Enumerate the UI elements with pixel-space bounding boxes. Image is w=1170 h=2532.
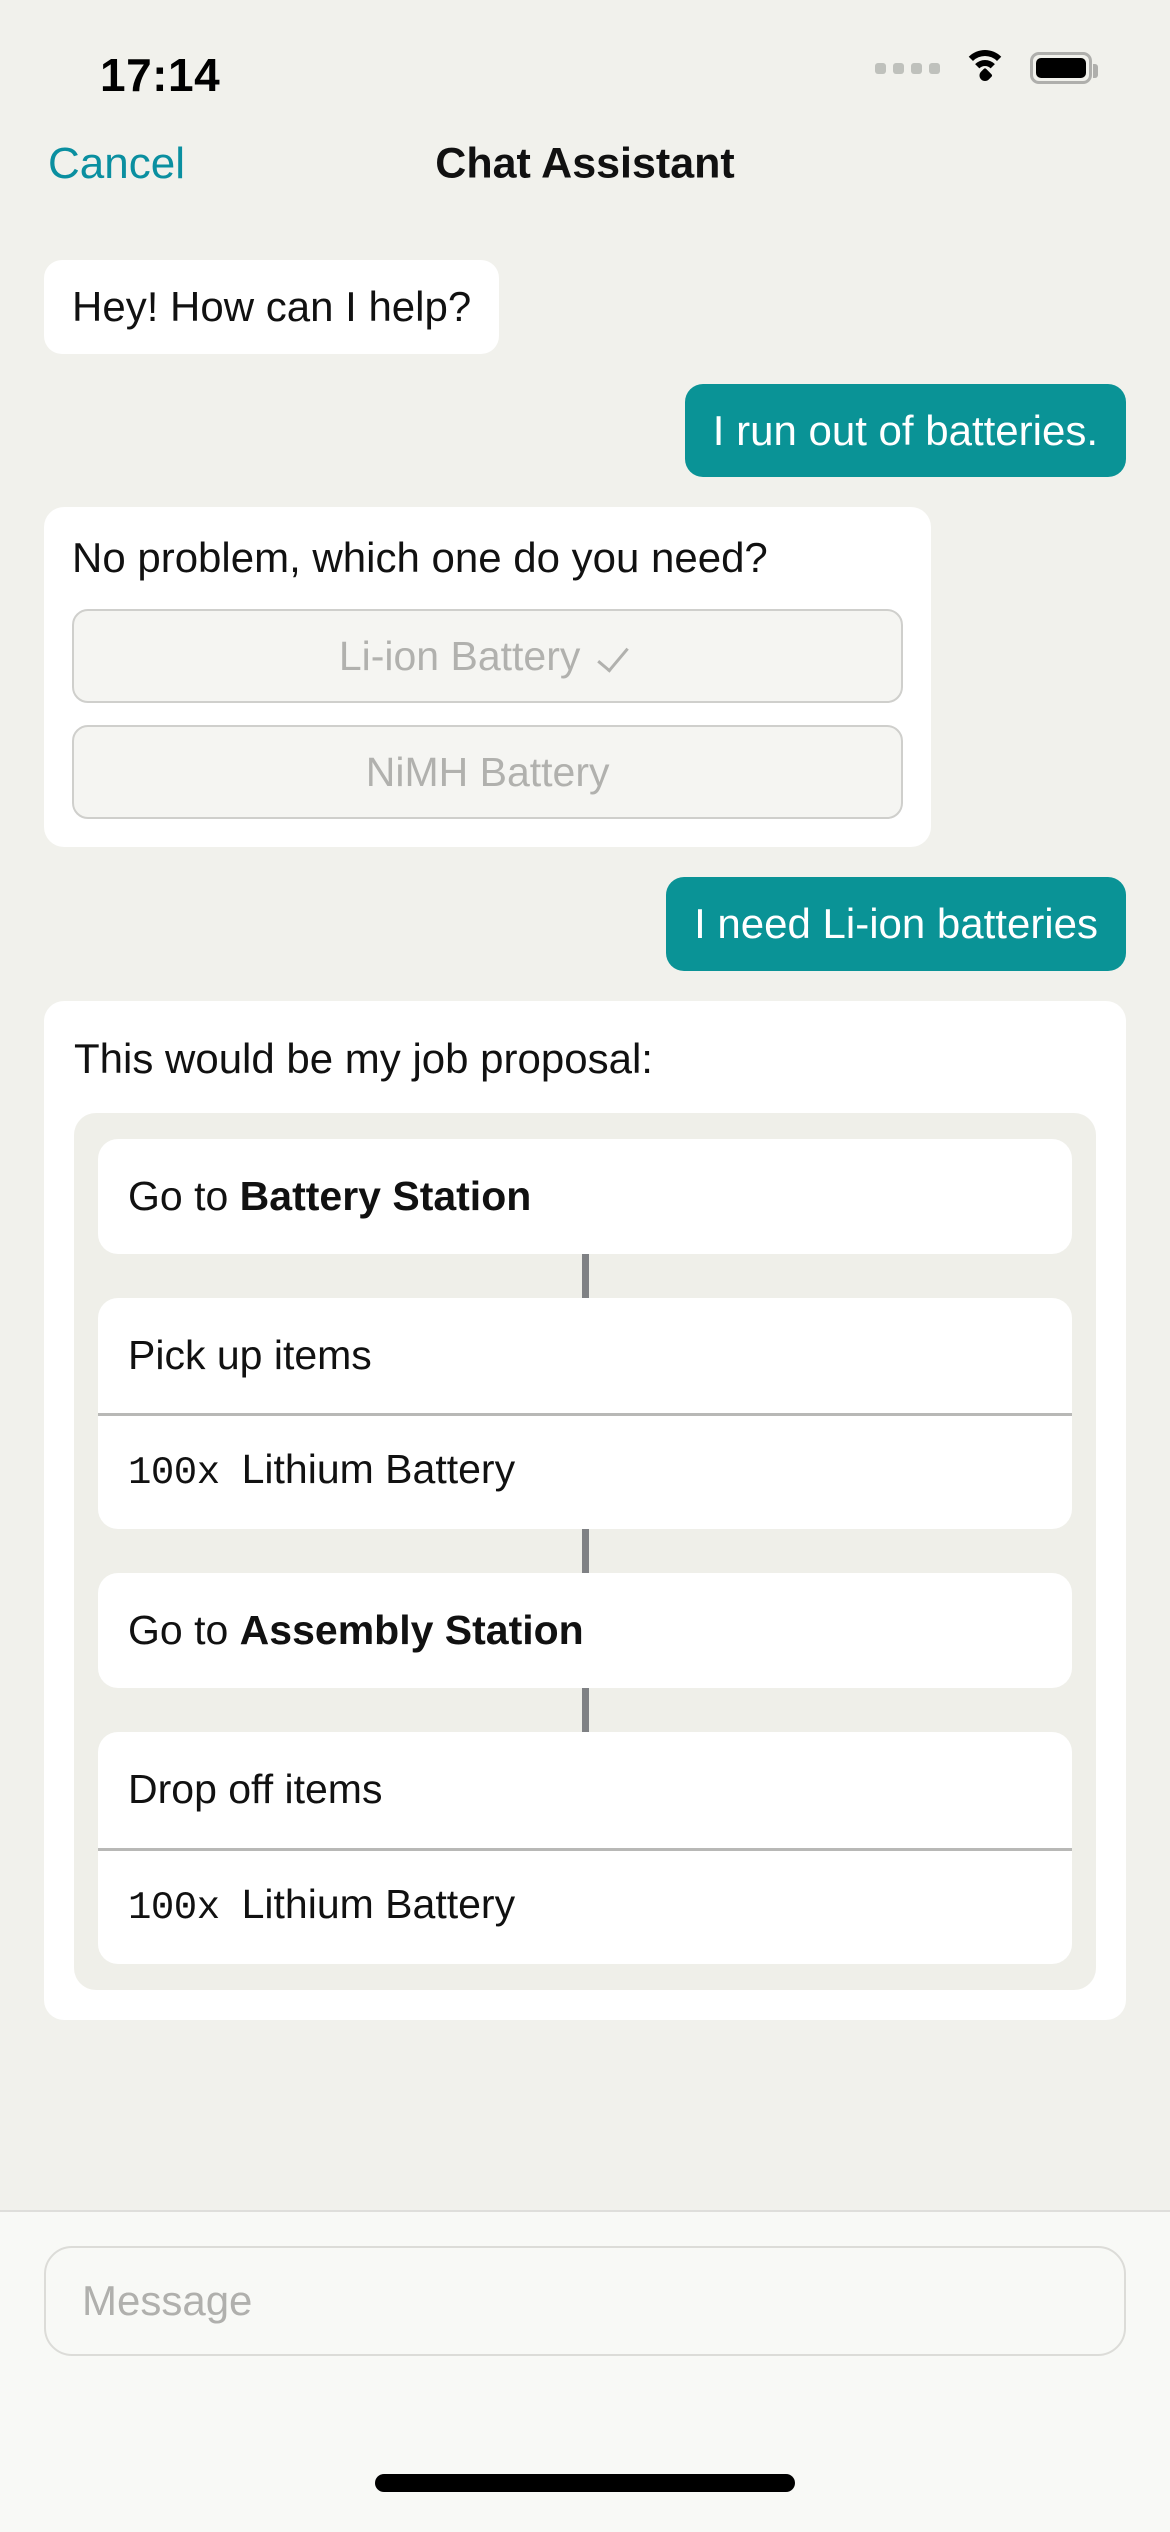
cellular-signal-icon (875, 62, 940, 74)
battery-選択-card: No problem, which one do you need? Li-io… (44, 507, 932, 848)
option-label: Li-ion Battery (338, 632, 581, 679)
home-indicator[interactable] (375, 2474, 795, 2492)
status-bar-indicators (875, 50, 1098, 86)
job-proposal-card: This would be my job proposal: Go to Bat… (44, 1001, 1126, 2020)
job-step-action-prefix: Drop off items (128, 1766, 383, 1813)
message-row-bot: Hey! How can I help? (44, 260, 1126, 354)
job-step[interactable]: Go to Battery Station (98, 1139, 1072, 1255)
job-step[interactable]: Pick up items 100x Lithium Battery (98, 1298, 1072, 1530)
battery-full-icon (1030, 52, 1098, 84)
status-bar: 17:14 (0, 0, 1170, 110)
option-li-ion-battery[interactable]: Li-ion Battery (72, 609, 904, 704)
step-connector (98, 1254, 1072, 1299)
job-step-action-prefix: Go to (128, 1173, 240, 1220)
check-icon (602, 639, 636, 673)
message-composer (0, 2210, 1170, 2392)
chat-bubble-bot: Hey! How can I help? (44, 260, 500, 354)
message-row-user: I run out of batteries. (44, 383, 1126, 478)
navigation-bar: Cancel Chat Assistant (0, 110, 1170, 218)
job-step-action: Pick up items (98, 1298, 1072, 1413)
message-row-job-proposal: This would be my job proposal: Go to Bat… (44, 1001, 1126, 2020)
option-nimh-battery[interactable]: NiMH Battery (72, 725, 904, 820)
message-list[interactable]: Hey! How can I help? I run out of batter… (0, 218, 1170, 2210)
job-step[interactable]: Drop off items 100x Lithium Battery (98, 1732, 1072, 1964)
wifi-icon (962, 50, 1008, 86)
job-step-action: Go to Assembly Station (98, 1573, 1072, 1688)
option-label: NiMH Battery (365, 748, 610, 795)
home-indicator-area (0, 2392, 1170, 2532)
job-step-item: 100x Lithium Battery (98, 1847, 1072, 1964)
job-step-action-prefix: Go to (128, 1607, 240, 1654)
job-step-action-target: Battery Station (239, 1173, 532, 1220)
job-steps-container: Go to Battery Station Pick up items 100x… (74, 1113, 1096, 1990)
job-step-action-target: Assembly Station (239, 1607, 584, 1654)
status-bar-time: 17:14 (100, 49, 221, 101)
step-connector (98, 1529, 1072, 1574)
job-step-action-prefix: Pick up items (128, 1332, 372, 1379)
phone-screen: 17:14 Cancel Chat Assistant Hey! How can… (0, 0, 1170, 2532)
job-step-item-name: Lithium Battery (241, 1880, 516, 1927)
message-row-options: No problem, which one do you need? Li-io… (44, 507, 1126, 848)
job-step-item: 100x Lithium Battery (98, 1413, 1072, 1529)
job-proposal-title: This would be my job proposal: (74, 1035, 653, 1083)
message-row-user: I need Li-ion batteries (44, 877, 1126, 972)
step-connector (98, 1688, 1072, 1733)
message-input[interactable] (44, 2246, 1126, 2356)
chat-bubble-user: I need Li-ion batteries (666, 877, 1126, 972)
job-step-item-qty: 100x (128, 1451, 220, 1496)
job-step-action: Go to Battery Station (98, 1139, 1072, 1254)
job-step[interactable]: Go to Assembly Station (98, 1573, 1072, 1689)
page-title: Chat Assistant (435, 139, 735, 188)
chat-bubble-user: I run out of batteries. (684, 383, 1126, 478)
job-step-action: Drop off items (98, 1732, 1072, 1847)
options-card-title: No problem, which one do you need? (72, 534, 768, 582)
job-step-item-name: Lithium Battery (241, 1446, 516, 1493)
job-step-item-qty: 100x (128, 1885, 220, 1930)
